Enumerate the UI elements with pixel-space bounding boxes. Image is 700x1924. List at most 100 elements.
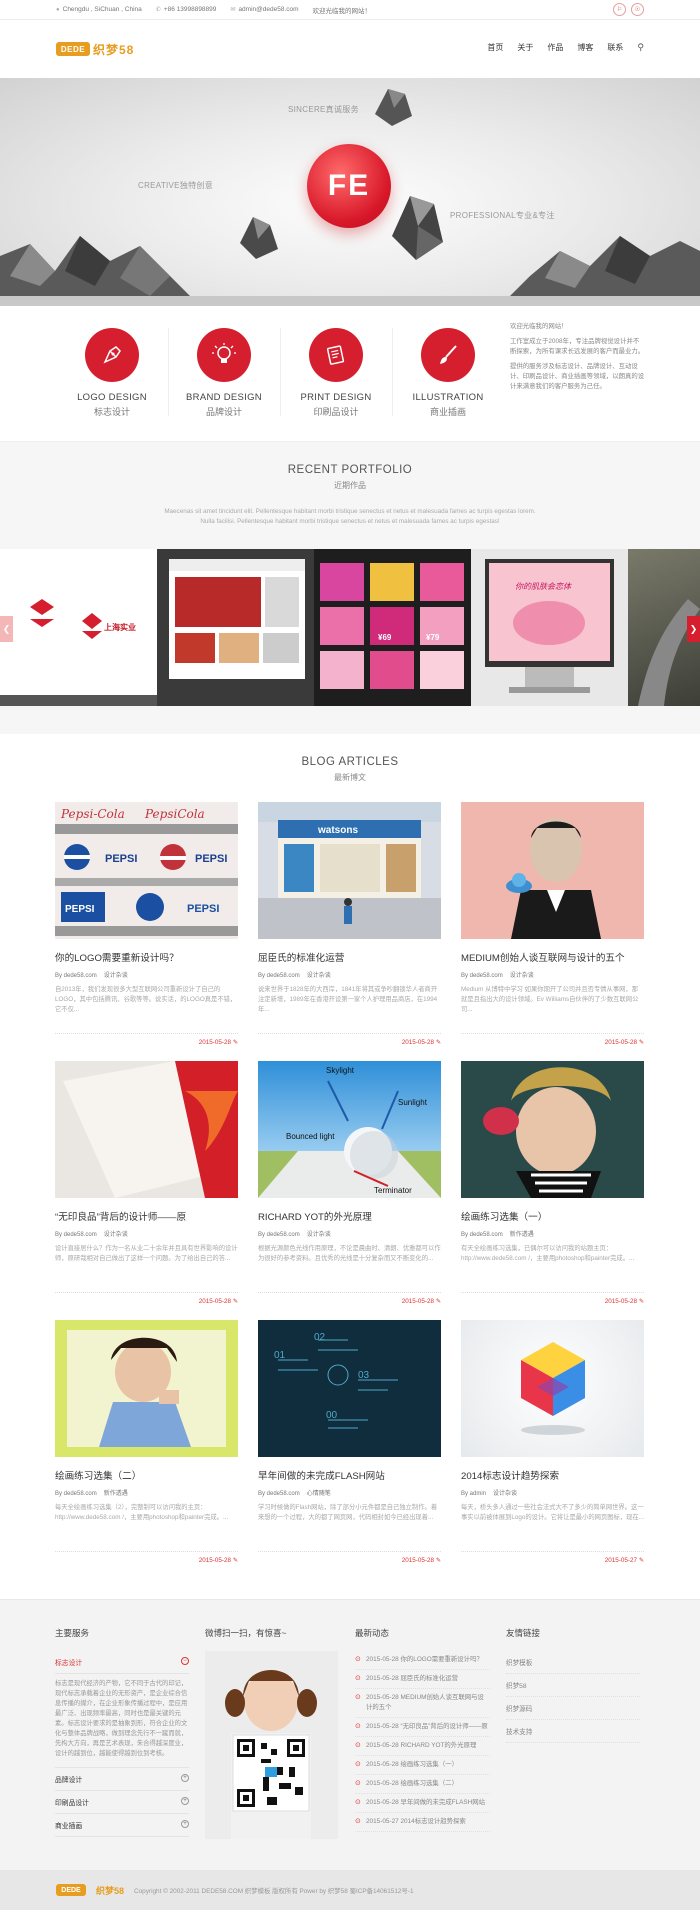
nav-item-about[interactable]: 关于 — [517, 42, 533, 53]
hero-tag-creative: CREATIVE独特创意 — [138, 181, 214, 190]
blog-card-title[interactable]: RICHARD YOT的外光原理 — [258, 1209, 441, 1223]
blog-card-date: 2015-05-28 ✎ — [604, 1298, 644, 1305]
news-item[interactable]: 2015-05-28 你的LOGO需要重新设计吗？ — [355, 1651, 490, 1670]
phone-info: ✆ +86 13998898899 — [155, 6, 217, 13]
news-item[interactable]: 2015-05-28 屈臣氏的标准化运营 — [355, 1670, 490, 1689]
svg-text:PepsiCola: PepsiCola — [144, 807, 205, 821]
carousel-prev-button[interactable]: ❮ — [0, 616, 13, 642]
blog-card-excerpt: 根据光源颜色光线作用原理，不论是晨曲时、清朗、优雅都可以作为很好的参考资料。且优… — [258, 1245, 441, 1262]
blog-card[interactable]: 绘画练习选集（一） By dede58.com 新作透遇 有天全绘画练习选集，已偶… — [461, 1061, 644, 1305]
blog-card[interactable]: watsons 屈臣氏的标准化运营 By dede58.com 设计杂谈 说来世界… — [258, 802, 441, 1046]
copyright-bar: DEDE 织梦58 Copyright © 2002-2011 DEDE58.C… — [0, 1870, 700, 1910]
blog-card[interactable]: “无印良品”背后的设计师——原 By dede58.com 设计杂谈 设计直接居什… — [55, 1061, 238, 1305]
accordion-illustration[interactable]: 商业插画 + — [55, 1814, 189, 1837]
news-item[interactable]: 2015-05-28 早年间做的未完成FLASH网站 — [355, 1794, 490, 1813]
service-illustration[interactable]: ILLUSTRATION 商业插画 — [392, 328, 504, 423]
blog-card-title[interactable]: 屈臣氏的标准化运营 — [258, 950, 441, 964]
footer-logo-text: 织梦58 — [96, 1885, 125, 1896]
blog-card[interactable]: MEDIUM创始人谈互联网与设计的五个 By dede58.com 设计杂谈 Me… — [461, 802, 644, 1046]
sina-weibo-icon[interactable]: ☉ — [631, 3, 644, 16]
blog-card-date: 2015-05-28 ✎ — [604, 1039, 644, 1046]
portfolio-item[interactable]: ¥69 ¥79 — [314, 549, 471, 706]
pencil-icon: ✎ — [435, 1039, 441, 1046]
blog-card-title[interactable]: 绘画练习选集（一） — [461, 1209, 644, 1223]
chevron-right-icon: ❯ — [689, 623, 698, 634]
portfolio-item[interactable]: 你的肌肤会恋体 — [471, 549, 628, 706]
pencil-icon: ✎ — [638, 1557, 644, 1564]
plus-circle-icon: + — [181, 1774, 189, 1782]
accordion-brand-design[interactable]: 品牌设计 + — [55, 1768, 189, 1791]
brush-icon — [421, 328, 475, 382]
friend-link[interactable]: 织梦源码 — [506, 1697, 640, 1720]
portfolio-item[interactable]: 上海实业 — [0, 549, 157, 706]
copyright-text: Copyright © 2002-2011 DEDE58.COM 织梦模板 版权… — [134, 1887, 414, 1895]
top-rock-illustration — [375, 89, 412, 126]
blog-card-title[interactable]: 绘画练习选集（二） — [55, 1468, 238, 1482]
blog-card[interactable]: 绘画练习选集（二） By dede58.com 新作透遇 每天全绘画练习选集（2）… — [55, 1320, 238, 1564]
svg-text:PEPSI: PEPSI — [187, 903, 219, 915]
news-item[interactable]: 2015-05-28 MEDIUM创始人谈互联网与设计的五个 — [355, 1689, 490, 1718]
blog-card-excerpt: 设计直接居什么？作为一名从业二十余年并且具有世界影响的设计师，原研哉相对自己做出… — [55, 1245, 238, 1262]
blog-card-date: 2015-05-28 ✎ — [401, 1557, 441, 1564]
blog-card-excerpt: 自2013年，我们发现很多大型互联网公司重新设计了自己的LOGO，其中包括腾讯、… — [55, 986, 237, 1013]
svg-text:01: 01 — [274, 1350, 286, 1361]
news-item[interactable]: 2015-05-28 RICHARD YOT的外光原理 — [355, 1737, 490, 1756]
accordion-print-design[interactable]: 印刷品设计 + — [55, 1791, 189, 1814]
blog-card[interactable]: 2014标志设计趋势探索 By admin 设计杂谈 每天，桥头多人通过一些社会法… — [461, 1320, 644, 1564]
blog-card-title[interactable]: 早年间做的未完成FLASH网站 — [258, 1468, 441, 1482]
carousel-next-button[interactable]: ❯ — [687, 616, 700, 642]
news-item[interactable]: 2015-05-28 “无印良品”背后的设计师——原 — [355, 1718, 490, 1737]
accordion-logo-design[interactable]: 标志设计 − — [55, 1651, 189, 1674]
main-nav: 首页 关于 作品 博客 联系 ⚲ — [487, 42, 644, 53]
nav-item-blog[interactable]: 博客 — [577, 42, 593, 53]
svg-text:watsons: watsons — [317, 825, 358, 836]
blog-thumbnail — [461, 1320, 644, 1457]
blog-card-title[interactable]: 你的LOGO需要重新设计吗？ — [55, 950, 238, 964]
blog-card-title[interactable]: “无印良品”背后的设计师——原 — [55, 1209, 238, 1223]
service-print-design[interactable]: PRINT DESIGN 印刷品设计 — [280, 328, 392, 423]
blog-card[interactable]: 01 02 03 00 早年间做的未完成FLASH网站 By dede58.co… — [258, 1320, 441, 1564]
blog-card-meta: By dede58.com 心情随笔 — [258, 1491, 331, 1497]
blog-card[interactable]: Pepsi-Cola PepsiCola PEPSI PEPSI PEPSI P… — [55, 802, 238, 1046]
portfolio-title: RECENT PORTFOLIO — [287, 464, 413, 476]
service-logo-design[interactable]: LOGO DESIGN 标志设计 — [56, 328, 168, 423]
service-brand-design[interactable]: BRAND DESIGN 品牌设计 — [168, 328, 280, 423]
portfolio-description: Maecenas sit amet tincidunt elit. Pellen… — [164, 508, 536, 525]
friend-link[interactable]: 技术支持 — [506, 1720, 640, 1743]
portfolio-carousel: 上海实业 ¥69 ¥79 你的肌肤会恋体 — [0, 549, 700, 706]
blog-card-meta: By dede58.com 设计杂谈 — [55, 1232, 128, 1238]
news-item[interactable]: 2015-05-27 2014标志设计趋势探索 — [355, 1813, 490, 1832]
blog-card-title[interactable]: MEDIUM创始人谈互联网与设计的五个 — [461, 950, 644, 964]
friend-link[interactable]: 织梦58 — [506, 1674, 640, 1697]
plus-circle-icon: + — [181, 1820, 189, 1828]
blog-card[interactable]: Skylight Sunlight Bounced light Terminat… — [258, 1061, 441, 1305]
blog-card-date: 2015-05-28 ✎ — [198, 1557, 238, 1564]
map-pin-icon: ● — [56, 6, 60, 13]
nav-item-works[interactable]: 作品 — [547, 42, 563, 53]
email-info[interactable]: ✉ admin@dede58.com — [230, 6, 298, 13]
nav-item-contact[interactable]: 联系 — [607, 42, 623, 53]
portfolio-item[interactable] — [157, 549, 314, 706]
news-item[interactable]: 2015-05-28 绘画练习选集（一） — [355, 1756, 490, 1775]
blog-card-excerpt: 学习时候做的Flash网站，除了部分小元件都是自己独立制作。着来想的一个过程，大… — [258, 1504, 438, 1521]
chevron-left-icon: ❮ — [2, 623, 11, 634]
social-links: ⚐ ☉ — [613, 3, 644, 16]
footer-news: 最新动态 2015-05-28 你的LOGO需要重新设计吗？ 2015-05-2… — [355, 1627, 490, 1832]
site-header: DEDE 织梦58 首页 关于 作品 博客 联系 ⚲ — [0, 20, 700, 78]
news-list: 2015-05-28 你的LOGO需要重新设计吗？ 2015-05-28 屈臣氏… — [355, 1651, 490, 1832]
search-icon[interactable]: ⚲ — [637, 42, 644, 53]
nav-item-home[interactable]: 首页 — [487, 42, 503, 53]
welcome-text: 欢迎光临我的网站！ — [312, 7, 372, 15]
hero-banner: FE SINCERE真诚服务 CREATIVE独特创意 PROFESSIONAL… — [0, 78, 700, 306]
tencent-weibo-icon[interactable]: ⚐ — [613, 3, 626, 16]
pencil-icon: ✎ — [232, 1298, 238, 1305]
footer-weibo: 微博扫一扫，有惊喜~ — [205, 1627, 338, 1839]
news-item[interactable]: 2015-05-28 绘画练习选集（二） — [355, 1775, 490, 1794]
blog-thumbnail: Pepsi-Cola PepsiCola PEPSI PEPSI PEPSI P… — [55, 802, 238, 939]
blog-thumbnail: watsons — [258, 802, 441, 939]
site-logo[interactable]: DEDE 织梦58 — [56, 41, 134, 58]
friend-link[interactable]: 织梦模板 — [506, 1651, 640, 1674]
blog-card-meta: By dede58.com 设计杂谈 — [55, 973, 128, 979]
blog-card-title[interactable]: 2014标志设计趋势探索 — [461, 1468, 644, 1482]
top-bar: ● Chengdu , SiChuan , China ✆ +86 13998898… — [0, 0, 700, 20]
